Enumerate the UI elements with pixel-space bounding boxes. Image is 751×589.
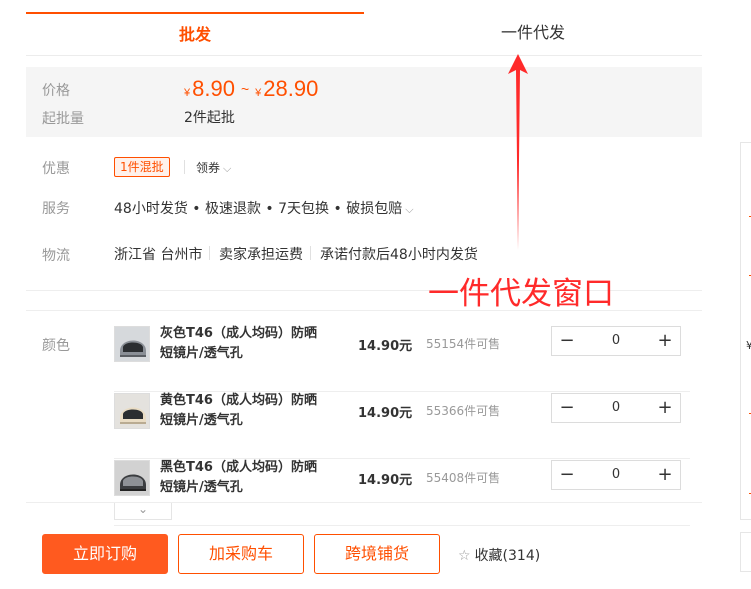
coupon-label: 领券: [196, 161, 221, 175]
price-range: ¥8.90 ~ ¥28.90: [184, 76, 318, 102]
sku-price: 14.90元: [358, 339, 413, 354]
quantity-input[interactable]: 0: [582, 327, 650, 355]
side-currency: ¥: [746, 339, 751, 352]
price-panel: 价格 ¥8.90 ~ ¥28.90 起批量 2件起批: [26, 67, 702, 137]
quantity-stepper: − 0 +: [551, 460, 681, 490]
helmet-icon: [115, 394, 149, 428]
product-thumbnail[interactable]: [114, 393, 150, 429]
currency-symbol: ¥: [255, 87, 262, 99]
offers-label: 优惠: [42, 161, 70, 177]
plus-button[interactable]: +: [650, 327, 680, 355]
minus-button[interactable]: −: [552, 327, 582, 355]
product-thumbnail[interactable]: [114, 460, 150, 496]
divider: [184, 160, 185, 174]
chevron-down-icon: ⌄: [137, 502, 149, 516]
sku-stock: 55366件可售: [426, 404, 501, 418]
logistics-label: 物流: [42, 248, 70, 264]
cross-border-button[interactable]: 跨境铺货: [314, 534, 440, 574]
add-to-cart-button[interactable]: 加采购车: [178, 534, 304, 574]
plus-button[interactable]: +: [650, 461, 680, 489]
favorite-label: 收藏(314): [474, 548, 541, 564]
min-order-label: 起批量: [42, 111, 84, 127]
tab-bar: 批发 一件代发: [26, 12, 702, 56]
shipping-fee: 卖家承担运费: [219, 247, 303, 263]
minus-button[interactable]: −: [552, 461, 582, 489]
price-label: 价格: [42, 83, 70, 99]
sku-row: 黑色T46（成人均码）防晒短镜片/透气孔 14.90元 55408件可售 − 0…: [114, 460, 690, 526]
minus-button[interactable]: −: [552, 394, 582, 422]
mix-batch-tag: 1件混批: [114, 157, 170, 177]
divider: [310, 246, 311, 260]
sku-price: 14.90元: [358, 406, 413, 421]
side-panel: ¥: [740, 142, 751, 520]
expand-skus-button[interactable]: ⌄: [114, 503, 172, 520]
favorite-button[interactable]: ☆ 收藏(314): [458, 545, 540, 565]
annotation-arrow: [508, 54, 528, 250]
plus-button[interactable]: +: [650, 394, 680, 422]
tab-dropship[interactable]: 一件代发: [364, 12, 702, 54]
service-label: 服务: [42, 201, 70, 217]
helmet-icon: [115, 327, 149, 361]
sku-name: 黑色T46（成人均码）防晒短镜片/透气孔: [160, 460, 317, 495]
annotation-label: 一件代发窗口: [428, 276, 614, 312]
order-now-button[interactable]: 立即订购: [42, 534, 168, 574]
quantity-input[interactable]: 0: [582, 394, 650, 422]
sku-price: 14.90元: [358, 473, 413, 488]
chevron-down-icon: ⌵: [223, 162, 232, 175]
price-high: 28.90: [263, 76, 319, 101]
price-low: 8.90: [192, 76, 235, 101]
quantity-stepper: − 0 +: [551, 326, 681, 356]
sku-name: 黄色T46（成人均码）防晒短镜片/透气孔: [160, 393, 317, 428]
sku-stock: 55408件可售: [426, 471, 501, 485]
price-separator: ~: [240, 81, 250, 97]
helmet-icon: [115, 461, 149, 495]
sku-row: 灰色T46（成人均码）防晒短镜片/透气孔 14.90元 55154件可售 − 0…: [114, 326, 690, 392]
color-label: 颜色: [42, 338, 70, 354]
coupon-dropdown[interactable]: 领券 ⌵: [196, 159, 231, 176]
sku-row: 黄色T46（成人均码）防晒短镜片/透气孔 14.90元 55366件可售 − 0…: [114, 393, 690, 459]
service-dropdown[interactable]: 48小时发货 • 极速退款 • 7天包换 • 破损包赔 ⌵: [114, 198, 414, 218]
sku-stock: 55154件可售: [426, 337, 501, 351]
currency-symbol: ¥: [184, 87, 191, 99]
tab-wholesale[interactable]: 批发: [26, 12, 364, 54]
quantity-input[interactable]: 0: [582, 461, 650, 489]
product-thumbnail[interactable]: [114, 326, 150, 362]
chevron-down-icon: ⌵: [405, 203, 414, 216]
star-icon: ☆: [458, 548, 471, 564]
ship-origin: 浙江省 台州市: [114, 247, 203, 263]
quantity-stepper: − 0 +: [551, 393, 681, 423]
side-panel: [740, 532, 751, 572]
min-order-value: 2件起批: [184, 110, 235, 126]
divider: [209, 246, 210, 260]
sku-name: 灰色T46（成人均码）防晒短镜片/透气孔: [160, 326, 317, 361]
shipping-promise: 承诺付款后48小时内发货: [320, 247, 478, 263]
service-text: 48小时发货 • 极速退款 • 7天包换 • 破损包赔: [114, 201, 403, 217]
